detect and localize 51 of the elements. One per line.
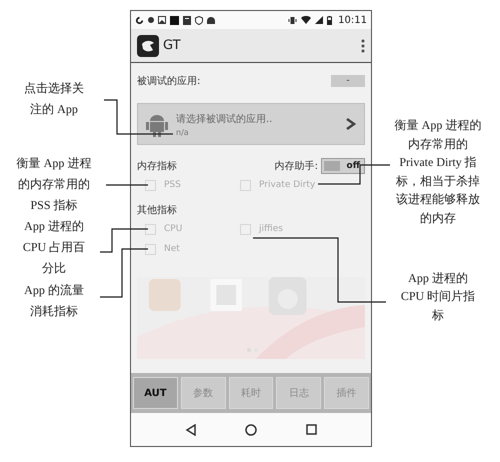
checkbox-label: jiffies — [259, 224, 283, 234]
checkbox[interactable] — [240, 224, 251, 234]
recents-icon[interactable] — [306, 424, 317, 435]
image-icon — [158, 16, 166, 24]
annotation: 衡量 App 进程的内存常用的PSS 指标 — [16, 155, 92, 214]
dot-icon — [148, 17, 154, 23]
checkbox-label: Private Dirty — [259, 180, 316, 190]
tab[interactable]: 参数 — [180, 377, 226, 409]
leader-line — [106, 184, 148, 186]
annotation: App 进程的CPU 时间片指标 — [400, 270, 476, 324]
app-select-prompt: 请选择被调试的应用.. — [176, 112, 274, 126]
annotation: App 进程的CPU 占用百分比 — [22, 218, 86, 277]
target-app-label: 被调试的应用: — [137, 74, 200, 88]
chevron-icon — [346, 118, 356, 130]
tab[interactable]: 日志 — [276, 377, 322, 409]
section-heading: 内存指标 — [137, 160, 177, 173]
leader-line — [104, 99, 173, 135]
section-heading: 其他指标 — [137, 204, 177, 217]
app-title: GT — [163, 38, 181, 53]
package-name: n/a — [176, 128, 189, 136]
tab[interactable]: AUT — [133, 377, 178, 409]
checkbox[interactable] — [145, 244, 156, 254]
checkbox[interactable] — [145, 180, 156, 190]
checkbox[interactable] — [240, 180, 251, 190]
checkbox[interactable] — [145, 224, 156, 234]
annotation: 衡量 App 进程的内存常用的Private Dirty 指标，相当于杀掉该进程能够释放的内存 — [394, 117, 482, 227]
annotation: 点击选择关注的 App — [23, 80, 85, 118]
memory-helper-toggle[interactable]: off — [321, 158, 365, 174]
square-icon — [170, 16, 179, 24]
back-icon[interactable] — [185, 424, 198, 436]
memory-helper-label: 内存助手: — [274, 160, 318, 173]
home-icon[interactable] — [245, 424, 258, 436]
shield-icon — [195, 16, 203, 24]
book-icon — [183, 16, 191, 24]
tab[interactable]: 插件 — [324, 377, 369, 409]
wifi-icon — [301, 16, 312, 24]
menu-icon[interactable] — [361, 38, 365, 52]
checkbox-label: PSS — [164, 180, 181, 190]
checkbox-label: Net — [164, 244, 180, 254]
battery-icon — [327, 16, 332, 24]
signal-icon — [315, 16, 324, 24]
vibrate-icon — [288, 16, 298, 24]
collapse-button[interactable]: - — [331, 75, 365, 87]
logo-icon — [137, 34, 159, 56]
tab[interactable]: 耗时 — [228, 377, 274, 409]
status-time: 10:11 — [338, 14, 367, 26]
annotation: App 的流量消耗指标 — [23, 282, 85, 320]
android-icon — [207, 16, 215, 24]
app-select-card[interactable]: 请选择被调试的应用.. n/a — [137, 103, 365, 145]
refresh-icon — [135, 16, 144, 24]
checkbox-label: CPU — [164, 224, 182, 234]
